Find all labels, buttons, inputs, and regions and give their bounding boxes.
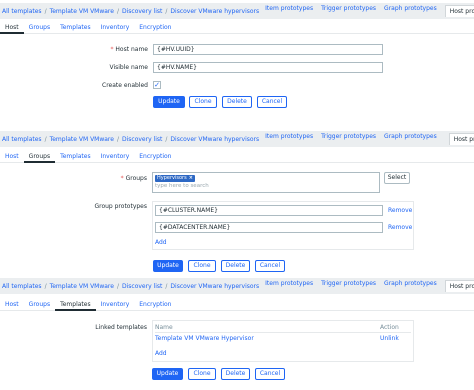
host-name-label-text: Host name: [115, 46, 148, 53]
tab-templates[interactable]: Templates: [55, 22, 96, 34]
tab-host-prototypes[interactable]: Host prototypes: [444, 5, 474, 17]
breadcrumb-discovery-rule[interactable]: Discover VMware hypervisors: [170, 8, 259, 15]
breadcrumb: All templates / Template VM VMware / Dis…: [0, 3, 474, 19]
add-group-prototype-link[interactable]: Add: [155, 239, 167, 246]
cancel-button[interactable]: Cancel: [255, 368, 285, 380]
breadcrumb-separator: /: [116, 282, 119, 290]
breadcrumb-all-templates[interactable]: All templates: [2, 8, 42, 15]
chip-remove-icon[interactable]: ×: [189, 175, 193, 181]
breadcrumb-discovery-list[interactable]: Discovery list: [122, 136, 162, 143]
linked-template-link[interactable]: Template VM VMware Hypervisor: [155, 335, 254, 342]
breadcrumb-separator: /: [165, 282, 168, 290]
host-name-label: * Host name: [60, 46, 148, 53]
host-name-input[interactable]: {#HV.UUID}: [153, 44, 383, 55]
delete-button[interactable]: Delete: [221, 368, 250, 380]
tab-graph-prototypes[interactable]: Graph prototypes: [384, 280, 437, 292]
breadcrumb-separator: /: [44, 282, 47, 290]
table-header-divider: [155, 332, 411, 333]
remove-link[interactable]: Remove: [388, 224, 412, 231]
breadcrumb-separator: /: [44, 7, 47, 15]
column-header-action: Action: [380, 324, 399, 331]
tab-host[interactable]: Host: [0, 151, 24, 163]
breadcrumb-separator: /: [116, 135, 119, 143]
update-button[interactable]: Update: [153, 96, 185, 108]
tab-inventory[interactable]: Inventory: [96, 299, 135, 311]
tab-encryption[interactable]: Encryption: [134, 299, 176, 311]
create-enabled-checkbox[interactable]: ✓: [153, 81, 161, 89]
tab-encryption[interactable]: Encryption: [134, 151, 176, 163]
tab-item-prototypes[interactable]: Item prototypes: [265, 280, 313, 292]
group-chip: Hypervisors ×: [155, 175, 195, 182]
breadcrumb-all-templates[interactable]: All templates: [2, 283, 42, 290]
clone-button[interactable]: Clone: [189, 96, 217, 108]
breadcrumb-separator: /: [44, 135, 47, 143]
delete-button[interactable]: Delete: [222, 96, 252, 108]
tab-encryption[interactable]: Encryption: [134, 22, 176, 34]
tab-graph-prototypes[interactable]: Graph prototypes: [384, 133, 437, 145]
column-header-name: Name: [155, 324, 173, 331]
clone-button[interactable]: Clone: [188, 260, 216, 272]
visible-name-input[interactable]: {#HV.NAME}: [153, 62, 383, 73]
form-tabs: Host Groups Templates Inventory Encrypti…: [0, 151, 474, 163]
tab-templates[interactable]: Templates: [55, 299, 96, 311]
linked-templates-label: Linked templates: [95, 324, 147, 331]
breadcrumb-template[interactable]: Template VM VMware: [50, 283, 114, 290]
breadcrumb-discovery-list[interactable]: Discovery list: [122, 8, 162, 15]
create-enabled-label: Create enabled: [102, 82, 148, 89]
tab-trigger-prototypes[interactable]: Trigger prototypes: [321, 133, 376, 145]
tab-host[interactable]: Host: [0, 299, 24, 311]
add-template-link[interactable]: Add: [155, 350, 167, 357]
tab-inventory[interactable]: Inventory: [96, 22, 135, 34]
required-marker: *: [120, 175, 124, 182]
tab-groups[interactable]: Groups: [24, 299, 55, 311]
unlink-link[interactable]: Unlink: [380, 335, 399, 342]
group-prototypes-label: Group prototypes: [94, 203, 147, 210]
tab-groups[interactable]: Groups: [24, 22, 55, 34]
tab-inventory[interactable]: Inventory: [96, 151, 135, 163]
group-chip-label: Hypervisors: [157, 175, 187, 181]
groups-multiselect[interactable]: Hypervisors × type here to search: [152, 172, 380, 193]
tab-item-prototypes[interactable]: Item prototypes: [265, 5, 313, 17]
tab-host[interactable]: Host: [0, 22, 24, 34]
tab-trigger-prototypes[interactable]: Trigger prototypes: [321, 5, 376, 17]
group-prototype-input[interactable]: {#CLUSTER.NAME}: [155, 205, 383, 216]
breadcrumb-template[interactable]: Template VM VMware: [50, 8, 114, 15]
form-tabs: Host Groups Templates Inventory Encrypti…: [0, 299, 474, 311]
group-prototype-input[interactable]: {#DATACENTER.NAME}: [155, 222, 383, 233]
visible-name-label: Visible name: [109, 64, 148, 71]
breadcrumb-discovery-rule[interactable]: Discover VMware hypervisors: [170, 136, 259, 143]
update-button[interactable]: Update: [152, 368, 183, 380]
tab-graph-prototypes[interactable]: Graph prototypes: [384, 5, 437, 17]
tab-host-prototypes[interactable]: Host prototypes: [444, 280, 474, 292]
breadcrumb-all-templates[interactable]: All templates: [2, 136, 42, 143]
tab-templates[interactable]: Templates: [55, 151, 96, 163]
update-button[interactable]: Update: [153, 260, 183, 272]
required-marker: *: [110, 46, 114, 53]
tab-item-prototypes[interactable]: Item prototypes: [265, 133, 313, 145]
tab-host-prototypes[interactable]: Host prototypes: [448, 133, 474, 145]
cancel-button[interactable]: Cancel: [257, 96, 287, 108]
form-tabs: Host Groups Templates Inventory Encrypti…: [0, 22, 474, 34]
breadcrumb: All templates / Template VM VMware / Dis…: [0, 131, 474, 147]
breadcrumb-separator: /: [165, 7, 168, 15]
breadcrumb-template[interactable]: Template VM VMware: [50, 136, 114, 143]
delete-button[interactable]: Delete: [221, 260, 250, 272]
tab-trigger-prototypes[interactable]: Trigger prototypes: [321, 280, 376, 292]
groups-label: * Groups: [60, 175, 147, 182]
groups-search-placeholder[interactable]: type here to search: [155, 183, 209, 189]
breadcrumb: All templates / Template VM VMware / Dis…: [0, 278, 474, 294]
cancel-button[interactable]: Cancel: [255, 260, 285, 272]
tab-groups[interactable]: Groups: [23, 151, 56, 163]
breadcrumb-separator: /: [165, 135, 168, 143]
remove-link[interactable]: Remove: [388, 207, 412, 214]
groups-label-text: Groups: [125, 175, 147, 182]
breadcrumb-discovery-rule[interactable]: Discover VMware hypervisors: [170, 283, 259, 290]
breadcrumb-separator: /: [116, 7, 119, 15]
select-groups-button[interactable]: Select: [384, 172, 410, 184]
breadcrumb-discovery-list[interactable]: Discovery list: [122, 283, 162, 290]
clone-button[interactable]: Clone: [188, 368, 216, 380]
